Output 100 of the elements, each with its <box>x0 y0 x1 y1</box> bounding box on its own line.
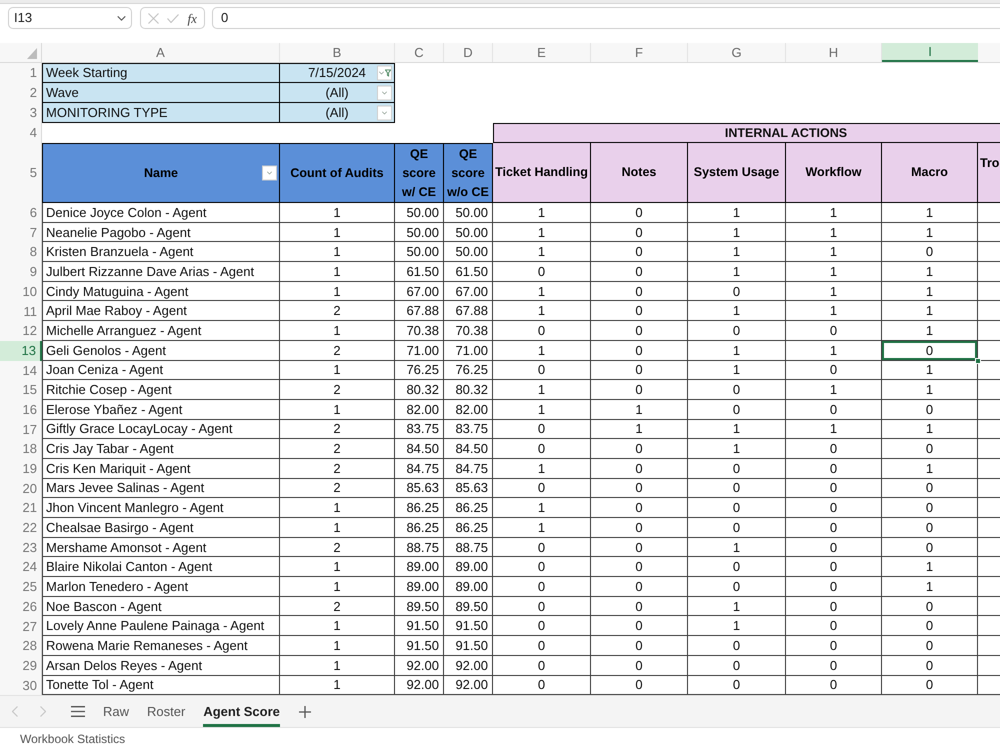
table-cell: 91.50 <box>444 636 493 656</box>
table-cell: 0 <box>786 616 882 636</box>
row-header[interactable]: 23 <box>0 538 42 558</box>
table-cell: 2 <box>280 380 395 400</box>
table-cell: 1 <box>493 282 591 302</box>
table-cell: Cris Ken Mariquit - Agent <box>42 458 280 479</box>
cancel-icon[interactable] <box>148 12 160 24</box>
table-cell: 0 <box>688 656 786 676</box>
formula-input-field[interactable]: 0 <box>212 7 1000 29</box>
row-header[interactable]: 25 <box>0 577 42 597</box>
chevron-left-icon[interactable] <box>12 706 18 718</box>
row-header[interactable]: 2 <box>0 83 42 103</box>
table-cell: 1 <box>688 301 786 322</box>
table-cell: 0 <box>786 596 882 616</box>
table-cell: 1 <box>591 420 688 440</box>
status-text[interactable]: Workbook Statistics <box>20 730 126 748</box>
column-header[interactable]: A <box>42 43 280 62</box>
table-cell: Ritchie Cosep - Agent <box>42 380 280 400</box>
row-header[interactable]: 8 <box>0 242 42 262</box>
row-header[interactable]: 5 <box>0 143 42 203</box>
row-header[interactable]: 3 <box>0 103 42 123</box>
select-all-icon[interactable] <box>27 48 37 59</box>
table-cell: 0 <box>591 282 688 302</box>
row-header[interactable]: 17 <box>0 420 42 440</box>
row-header[interactable]: 20 <box>0 478 42 498</box>
row-header[interactable]: 12 <box>0 321 42 341</box>
table-cell: 0 <box>591 498 688 518</box>
table-cell: 85.63 <box>395 478 444 498</box>
table-cell: 0 <box>688 380 786 400</box>
chevron-right-icon[interactable] <box>40 706 46 718</box>
row-header[interactable]: 10 <box>0 282 42 302</box>
table-cell: 61.50 <box>444 262 493 282</box>
row-header[interactable]: 16 <box>0 400 42 420</box>
table-cell: 2 <box>280 458 395 479</box>
table-cell: 2 <box>280 420 395 440</box>
chevron-down-icon <box>382 111 387 114</box>
row-header[interactable]: 21 <box>0 498 42 518</box>
table-cell: 0 <box>688 400 786 420</box>
row-header[interactable]: 28 <box>0 636 42 656</box>
table-cell: 1 <box>280 636 395 656</box>
row-header[interactable]: 22 <box>0 518 42 538</box>
row-header[interactable]: 11 <box>0 301 42 322</box>
table-cell: 1 <box>280 518 395 538</box>
table-cell: Neanelie Pagobo - Agent <box>42 222 280 242</box>
column-header[interactable]: C <box>395 43 444 62</box>
row-header[interactable]: 30 <box>0 676 42 696</box>
row-header[interactable]: 1 <box>0 63 42 83</box>
column-header[interactable]: I <box>882 43 978 62</box>
table-cell: Wave <box>42 83 280 103</box>
row-header[interactable]: 15 <box>0 380 42 400</box>
column-header[interactable]: D <box>444 43 493 62</box>
name-box[interactable]: I13 <box>8 7 132 29</box>
table-cell: 0 <box>493 360 591 380</box>
table-cell: 0 <box>591 616 688 636</box>
table-cell: 89.00 <box>395 557 444 578</box>
column-header[interactable]: B <box>280 43 395 62</box>
sheet-tab[interactable]: Raw <box>103 696 130 728</box>
table-cell: 86.25 <box>444 518 493 538</box>
row-header[interactable]: 7 <box>0 222 42 242</box>
column-header[interactable]: G <box>688 43 786 62</box>
table-cell: 1 <box>493 498 591 518</box>
check-icon[interactable] <box>167 14 180 22</box>
row-header[interactable]: 27 <box>0 616 42 636</box>
plus-icon[interactable] <box>298 706 311 718</box>
table-cell: 1 <box>688 262 786 282</box>
table-cell: 61.50 <box>395 262 444 282</box>
row-header[interactable]: 19 <box>0 458 42 479</box>
chevron-down-icon <box>267 172 272 174</box>
row-header[interactable]: 6 <box>0 203 42 223</box>
table-cell: 0 <box>591 656 688 676</box>
filter-dropdown-button[interactable] <box>377 66 392 80</box>
table-cell: Denice Joyce Colon - Agent <box>42 203 280 223</box>
table-cell: 50.00 <box>395 242 444 262</box>
table-cell: 1 <box>493 340 591 360</box>
row-header[interactable]: 26 <box>0 596 42 616</box>
row-header[interactable]: 4 <box>0 123 42 143</box>
table-cell: 0 <box>688 478 786 498</box>
row-header[interactable]: 24 <box>0 557 42 578</box>
column-header[interactable]: E <box>493 43 591 62</box>
table-cell: 89.50 <box>444 596 493 616</box>
table-cell: 83.75 <box>444 420 493 440</box>
menu-icon[interactable] <box>71 706 85 718</box>
table-cell: 0 <box>786 439 882 459</box>
row-header[interactable]: 13 <box>0 340 42 360</box>
table-cell: Rowena Marie Remaneses - Agent <box>42 636 280 656</box>
table-cell: 92.00 <box>444 656 493 676</box>
column-heading: Macro <box>882 143 978 203</box>
row-header[interactable]: 14 <box>0 360 42 380</box>
table-cell: 1 <box>688 538 786 558</box>
table-cell: Mars Jevee Salinas - Agent <box>42 478 280 498</box>
insert-function-button[interactable]: fx <box>188 12 197 24</box>
table-cell: Giftly Grace LocayLocay - Agent <box>42 420 280 440</box>
row-header[interactable]: 9 <box>0 262 42 282</box>
column-header[interactable]: F <box>591 43 688 62</box>
table-cell: 89.00 <box>444 577 493 597</box>
table-cell: 70.38 <box>395 321 444 341</box>
sheet-tab[interactable]: Roster <box>147 696 186 728</box>
row-header[interactable]: 18 <box>0 439 42 459</box>
table-cell: Blaire Nikolai Canton - Agent <box>42 557 280 578</box>
row-header[interactable]: 29 <box>0 656 42 676</box>
